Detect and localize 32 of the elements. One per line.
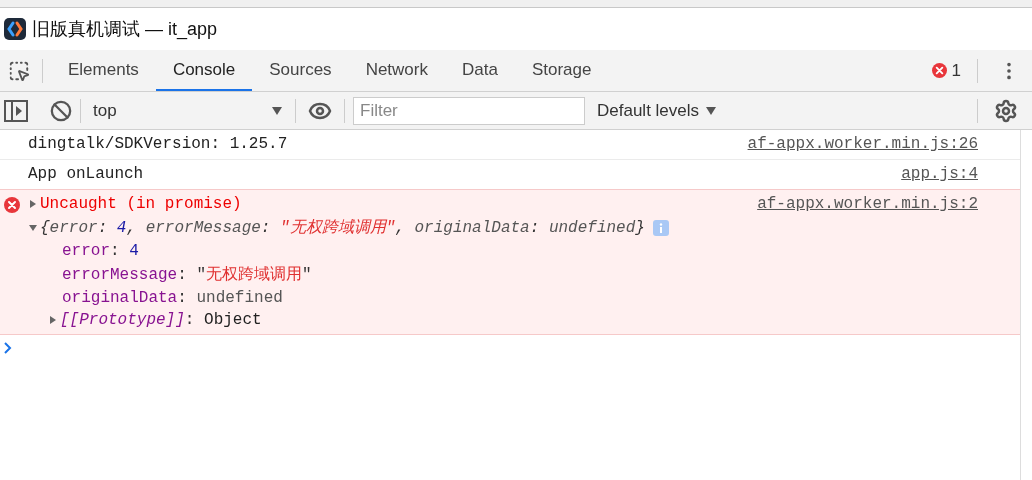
error-counter[interactable]: 1 <box>931 50 961 91</box>
prompt-chevron-icon[interactable] <box>4 342 12 354</box>
collapsed-triangle-icon[interactable] <box>28 199 38 209</box>
error-icon <box>4 197 20 213</box>
console-message: Uncaught (in promise) <box>40 195 242 213</box>
devtools-tab[interactable]: Sources <box>252 50 349 91</box>
sidebar-toggle-icon[interactable] <box>4 99 28 122</box>
error-icon <box>931 63 947 78</box>
filter-field[interactable]: Filter <box>353 96 585 125</box>
prototype-property: [[Prototype]]: Object <box>60 311 262 329</box>
console-message: App onLaunch <box>28 165 144 183</box>
context-select[interactable]: top <box>89 100 287 121</box>
log-levels-dropdown[interactable]: Default levels <box>597 100 718 121</box>
caret-icon <box>271 105 283 116</box>
object-property: error: 4 <box>62 242 139 260</box>
collapsed-triangle-icon[interactable] <box>48 315 58 325</box>
devtools-tab[interactable]: Network <box>348 50 445 91</box>
console-message: dingtalk/SDKVersion: 1.25.7 <box>28 135 288 153</box>
object-property: originalData: undefined <box>62 289 283 307</box>
devtools-tab[interactable]: Data <box>445 50 515 91</box>
source-link[interactable]: app.js:4 <box>901 165 978 183</box>
expanded-triangle-icon[interactable] <box>28 222 38 233</box>
object-preview: {error: 4, errorMessage: "无权跨域调用", originalData: undefined} <box>40 218 645 238</box>
devtools-tab[interactable]: Storage <box>514 50 609 91</box>
clear-console-icon[interactable] <box>50 99 72 122</box>
source-link[interactable]: af-appx.worker.min.js:2 <box>757 195 978 213</box>
devtools-tab[interactable]: Elements <box>51 50 156 91</box>
caret-icon <box>705 105 718 116</box>
window-title: 旧版真机调试 — it_app <box>32 18 218 41</box>
app-logo-icon <box>4 18 26 40</box>
source-link[interactable]: af-appx.worker.min.js:26 <box>747 135 978 153</box>
object-property: errorMessage: "无权跨域调用" <box>62 265 312 285</box>
